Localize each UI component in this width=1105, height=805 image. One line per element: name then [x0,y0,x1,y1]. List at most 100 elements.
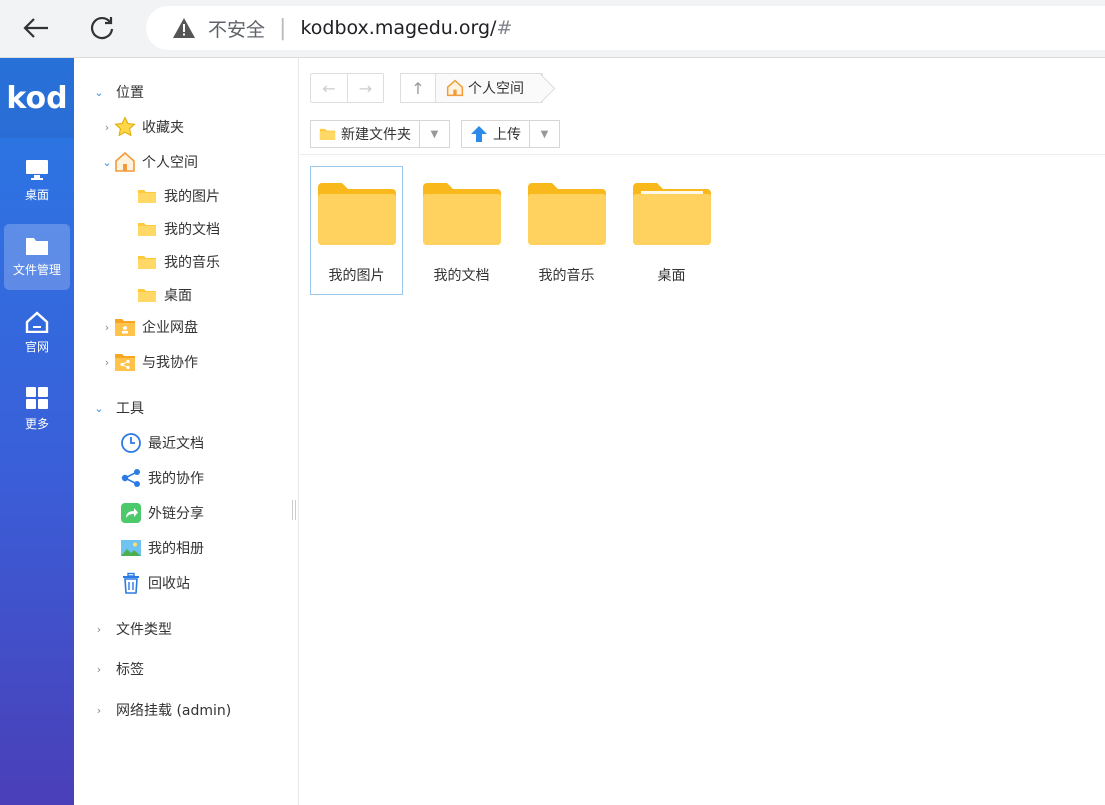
tree-item-my-documents[interactable]: 我的文档 [136,217,220,241]
new-folder-button[interactable]: 新建文件夹 [311,121,419,147]
url-hash: # [496,17,513,39]
home-outline-icon [446,79,464,97]
tree-section-network-mount[interactable]: › 网络挂载 (admin) [92,698,231,722]
chevron-right-icon: › [104,355,110,369]
tree-item-my-album[interactable]: 我的相册 [120,536,204,560]
file-item-my-pictures[interactable]: 我的图片 [310,166,403,295]
folder-icon [527,183,606,245]
sidebar-resize-handle[interactable] [292,500,296,520]
address-bar[interactable]: 不安全 | kodbox.magedu.org/# [146,6,1105,50]
address-separator: | [279,15,287,41]
caret-down-icon: ▼ [540,128,549,140]
star-icon [114,116,136,138]
trash-icon [120,572,142,594]
chevron-down-icon: ⌄ [102,155,112,169]
tree-item-my-music[interactable]: 我的音乐 [136,250,220,274]
tree-item-personal-space[interactable]: ⌄ 个人空间 [100,150,198,174]
upload-arrow-icon [471,126,487,142]
new-folder-dropdown[interactable]: ▼ [419,121,449,147]
upload-button-group: 上传 ▼ [461,120,560,148]
tree-item-favorites[interactable]: › 收藏夹 [100,115,184,139]
folder-icon [632,183,711,245]
folder-icon [317,183,396,245]
browser-toolbar: 不安全 | kodbox.magedu.org/# [0,0,1105,58]
action-toolbar: 新建文件夹 ▼ 上传 ▼ [310,120,560,148]
folder-icon [319,128,336,140]
caret-down-icon: ▼ [430,128,439,140]
tree-item-link-share[interactable]: 外链分享 [120,501,204,525]
tree-section-tags[interactable]: › 标签 [92,657,144,681]
image-icon [120,537,142,559]
enterprise-folder-icon [114,316,136,338]
tree-item-desktop[interactable]: 桌面 [136,283,192,307]
tree-section-file-types[interactable]: › 文件类型 [92,617,172,641]
file-item-desktop[interactable]: 桌面 [625,166,718,295]
app-logo: kod [0,58,74,138]
app-rail: kod 桌面 文件管理 官网 更多 [0,58,74,805]
tree-item-enterprise-disk[interactable]: › 企业网盘 [100,315,198,339]
rail-item-official-site[interactable]: 官网 [4,300,70,366]
rail-item-more[interactable]: 更多 [4,376,70,442]
tree-section-location[interactable]: ⌄ 位置 [92,80,144,104]
reload-icon [90,16,114,40]
file-item-my-music[interactable]: 我的音乐 [520,166,613,295]
tree-item-my-pictures[interactable]: 我的图片 [136,184,220,208]
history-back-button[interactable]: ← [311,74,347,102]
warning-icon [173,18,195,38]
breadcrumb: ↑ 个人空间 [400,73,820,103]
path-bar: ← → ↑ 个人空间 [310,73,543,103]
tree-item-my-collab[interactable]: 我的协作 [120,466,204,490]
folder-icon [136,284,158,306]
upload-button[interactable]: 上传 [462,121,529,147]
folder-tree: ⌄ 位置 › 收藏夹 ⌄ 个人空间 我的图片 我的文档 我的音乐 桌面 › 企业… [74,58,299,805]
chevron-right-icon: › [104,120,110,134]
new-folder-button-group: 新建文件夹 ▼ [310,120,450,148]
monitor-icon [26,160,48,180]
chevron-right-icon: › [96,703,102,717]
chevron-right-icon: › [96,622,102,636]
parent-folder-button[interactable]: ↑ [400,73,436,103]
home-icon [25,311,49,333]
file-grid: 我的图片 我的文档 我的音乐 桌面 [310,166,730,295]
tree-item-recycle-bin[interactable]: 回收站 [120,571,190,595]
breadcrumb-item-personal-space[interactable]: 个人空间 [436,73,543,103]
chevron-right-icon: › [104,320,110,334]
file-browser: ← → ↑ 个人空间 新建文件夹 ▼ 上传 ▼ 我的图片 我的文档 我的音乐 桌… [300,58,1105,805]
folder-icon [422,183,501,245]
chevron-right-icon: › [96,662,102,676]
rail-item-label: 文件管理 [12,263,61,277]
share-folder-icon [114,351,136,373]
folder-icon [26,238,48,255]
arrow-left-icon [23,18,48,38]
upload-dropdown[interactable]: ▼ [529,121,559,147]
browser-back-button[interactable] [16,8,56,48]
grid-icon [26,387,48,409]
history-nav: ← → [310,73,384,103]
history-forward-button[interactable]: → [347,74,383,102]
tree-section-tools[interactable]: ⌄ 工具 [92,396,144,420]
home-outline-icon [114,151,136,173]
share-arrow-icon [120,502,142,524]
chevron-down-icon: ⌄ [94,401,104,415]
rail-item-label: 更多 [24,417,49,431]
arrow-left-icon: ← [322,78,336,98]
tree-item-recent-docs[interactable]: 最近文档 [120,431,204,455]
rail-item-label: 官网 [24,340,49,354]
folder-icon [136,251,158,273]
share-nodes-icon [120,467,142,489]
folder-icon [136,218,158,240]
rail-item-label: 桌面 [24,188,49,202]
arrow-up-icon: ↑ [411,78,425,98]
file-item-my-documents[interactable]: 我的文档 [415,166,508,295]
chevron-down-icon: ⌄ [94,85,104,99]
tree-item-collab-with-me[interactable]: › 与我协作 [100,350,198,374]
rail-item-desktop[interactable]: 桌面 [4,148,70,214]
url-host: kodbox.magedu.org/ [300,17,497,39]
rail-item-file-manager[interactable]: 文件管理 [4,224,70,290]
arrow-right-icon: → [358,78,373,98]
toolbar-divider [300,154,1105,155]
security-label: 不安全 [208,18,266,41]
clock-icon [120,432,142,454]
folder-icon [136,185,158,207]
browser-reload-button[interactable] [82,8,122,48]
